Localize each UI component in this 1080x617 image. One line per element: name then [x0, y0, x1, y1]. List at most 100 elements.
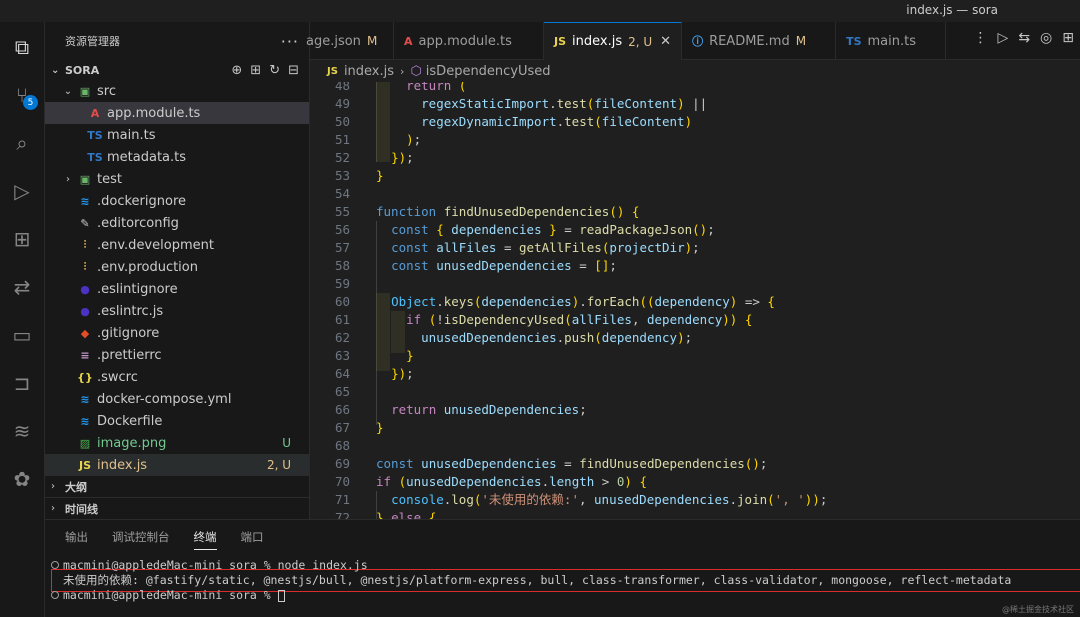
- line-number: 72: [334, 510, 350, 519]
- folder-icon[interactable]: ▭: [7, 320, 37, 350]
- command-decoration-icon: [51, 561, 59, 569]
- tree-item[interactable]: ⫶ .env.development: [45, 234, 309, 256]
- line-number: 64: [334, 366, 350, 381]
- extensions-icon[interactable]: ⊞: [7, 224, 37, 254]
- explorer-title: 资源管理器: [65, 35, 120, 48]
- tree-item[interactable]: ≋ Dockerfile: [45, 410, 309, 432]
- file-type-icon: A: [404, 34, 413, 48]
- workspace-root-label: SORA: [65, 63, 100, 77]
- tab-app-module-ts[interactable]: Aapp.module.ts: [394, 22, 544, 60]
- file-type-icon: ⫶: [83, 238, 87, 251]
- tree-item-label: .env.development: [97, 237, 214, 253]
- code-line: }: [406, 348, 414, 363]
- panel-tab[interactable]: 终端: [193, 524, 217, 550]
- docker-icon[interactable]: ≋: [7, 416, 37, 446]
- tab-readme-md[interactable]: ⓘ README.md M: [682, 22, 837, 60]
- gitlens-icon[interactable]: ✿: [7, 464, 37, 494]
- search-icon[interactable]: ⌕: [7, 128, 37, 158]
- chevron-right-icon: ›: [51, 481, 55, 492]
- file-type-icon: ⫶: [83, 260, 87, 273]
- tree-item-label: image.png: [97, 435, 167, 451]
- tree-item[interactable]: Aapp.module.ts: [45, 102, 309, 124]
- tree-item[interactable]: TS main.ts: [45, 124, 309, 146]
- breadcrumb-symbol[interactable]: isDependencyUsed: [426, 64, 551, 79]
- workspace-root[interactable]: ⌄ SORA ⊕ ⊞ ↻ ⊟: [45, 60, 309, 80]
- bookmark-icon[interactable]: ⊐: [7, 368, 37, 398]
- breadcrumb-file[interactable]: index.js: [344, 64, 394, 79]
- code-line: }: [376, 168, 384, 183]
- file-type-icon: ▨: [79, 436, 91, 450]
- split-handle-icon[interactable]: ⋮: [974, 30, 988, 46]
- tree-item[interactable]: ▨ image.png U: [45, 432, 309, 454]
- run-icon[interactable]: ▷: [998, 30, 1009, 46]
- panel-tab[interactable]: 输出: [65, 529, 88, 545]
- tree-item[interactable]: ● .eslintrc.js: [45, 300, 309, 322]
- tree-item-label: metadata.ts: [107, 149, 187, 165]
- tree-item[interactable]: › ▣ test: [45, 168, 309, 190]
- tree-item[interactable]: JS index.js 2, U: [45, 454, 309, 476]
- file-type-icon: ◆: [80, 326, 90, 340]
- line-number: 65: [334, 384, 350, 399]
- new-folder-icon[interactable]: ⊞: [250, 63, 261, 78]
- refresh-icon[interactable]: ↻: [269, 63, 280, 78]
- terminal-line: macmini@appledeMac-mini sora % node inde…: [51, 558, 1011, 573]
- file-type-icon: ●: [80, 304, 90, 318]
- tree-item-label: .swcrc: [97, 369, 138, 385]
- close-icon[interactable]: ✕: [660, 34, 671, 49]
- code-line: const { dependencies } = readPackageJson…: [391, 222, 715, 237]
- terminal-output[interactable]: macmini@appledeMac-mini sora % node inde…: [51, 558, 1011, 603]
- code-lines[interactable]: return ( regexStaticImport.test(fileCont…: [376, 82, 827, 519]
- tree-item[interactable]: TS metadata.ts: [45, 146, 309, 168]
- file-type-icon: ⓘ: [692, 35, 704, 48]
- tree-item-label: .editorconfig: [97, 215, 179, 231]
- tab-status: M: [366, 34, 378, 48]
- tree-item[interactable]: ⌄ ▣ src: [45, 80, 309, 102]
- code-line: if (!isDependencyUsed(allFiles, dependen…: [406, 312, 753, 327]
- file-type-icon: JS: [554, 35, 567, 48]
- tree-item[interactable]: ≋ .dockerignore: [45, 190, 309, 212]
- tab-age-json[interactable]: {}age.jsonM: [306, 22, 394, 60]
- line-number: 68: [334, 438, 350, 453]
- more-actions-icon[interactable]: ···: [281, 32, 299, 51]
- tree-item-label: .prettierrc: [97, 347, 162, 363]
- collapse-all-icon[interactable]: ⊟: [288, 63, 299, 78]
- terminal-text: macmini@appledeMac-mini sora % node inde…: [63, 558, 368, 572]
- outline-section-header[interactable]: › 大纲: [45, 475, 310, 497]
- tree-item-label: test: [97, 171, 122, 187]
- timeline-section-header[interactable]: › 时间线: [45, 497, 310, 519]
- tree-item[interactable]: {} .swcrc: [45, 366, 309, 388]
- tree-item[interactable]: ⫶ .env.production: [45, 256, 309, 278]
- code-line: if (unusedDependencies.length > 0) {: [376, 474, 647, 489]
- file-type-icon: TS: [87, 150, 103, 164]
- run-debug-icon[interactable]: ▷: [7, 176, 37, 206]
- copilot-icon[interactable]: ◎: [1040, 30, 1052, 46]
- explorer-icon[interactable]: ⧉: [7, 32, 37, 62]
- tree-item[interactable]: ● .eslintignore: [45, 278, 309, 300]
- tree-item[interactable]: ✎ .editorconfig: [45, 212, 309, 234]
- tab-main-ts[interactable]: TS main.ts: [836, 22, 947, 60]
- code-line: } else {: [376, 510, 437, 519]
- code-editor[interactable]: 48 49 50 51 52 53 54 55 56 57 58 59 60 61 62 63 64 65 66 67…: [310, 82, 1080, 519]
- tree-item-label: .eslintignore: [97, 281, 178, 297]
- split-editor-icon[interactable]: ⊞: [1062, 30, 1074, 46]
- file-type-icon: A: [90, 106, 100, 120]
- line-number: 62: [334, 330, 350, 345]
- file-type-icon: ▣: [79, 172, 91, 186]
- source-control-icon[interactable]: ⑂ 5: [7, 80, 38, 110]
- tree-item[interactable]: ◆ .gitignore: [45, 322, 309, 344]
- bottom-panel: 输出 调试控制台 终端 端口 macmini@appledeMac-mini sora…: [45, 519, 1080, 617]
- compare-icon[interactable]: ⇆: [1018, 30, 1030, 46]
- new-file-icon[interactable]: ⊕: [231, 63, 242, 78]
- chevron-right-icon: ›: [400, 64, 405, 78]
- tab-index-js[interactable]: JS index.js 2, U ✕: [544, 22, 683, 60]
- code-line: regexDynamicImport.test(fileContent): [421, 114, 693, 129]
- tree-item[interactable]: ≋ docker-compose.yml: [45, 388, 309, 410]
- terminal-text: 未使用的依赖: @fastify/static, @nestjs/bull, @…: [63, 573, 1012, 587]
- tree-item-label: main.ts: [107, 127, 156, 143]
- tree-item[interactable]: ≡ .prettierrc: [45, 344, 309, 366]
- line-number: 49: [334, 96, 350, 111]
- remote-icon[interactable]: ⇄: [7, 272, 37, 302]
- panel-tab[interactable]: 调试控制台: [112, 529, 170, 545]
- panel-tab[interactable]: 端口: [241, 529, 264, 545]
- file-type-icon: ●: [80, 282, 90, 296]
